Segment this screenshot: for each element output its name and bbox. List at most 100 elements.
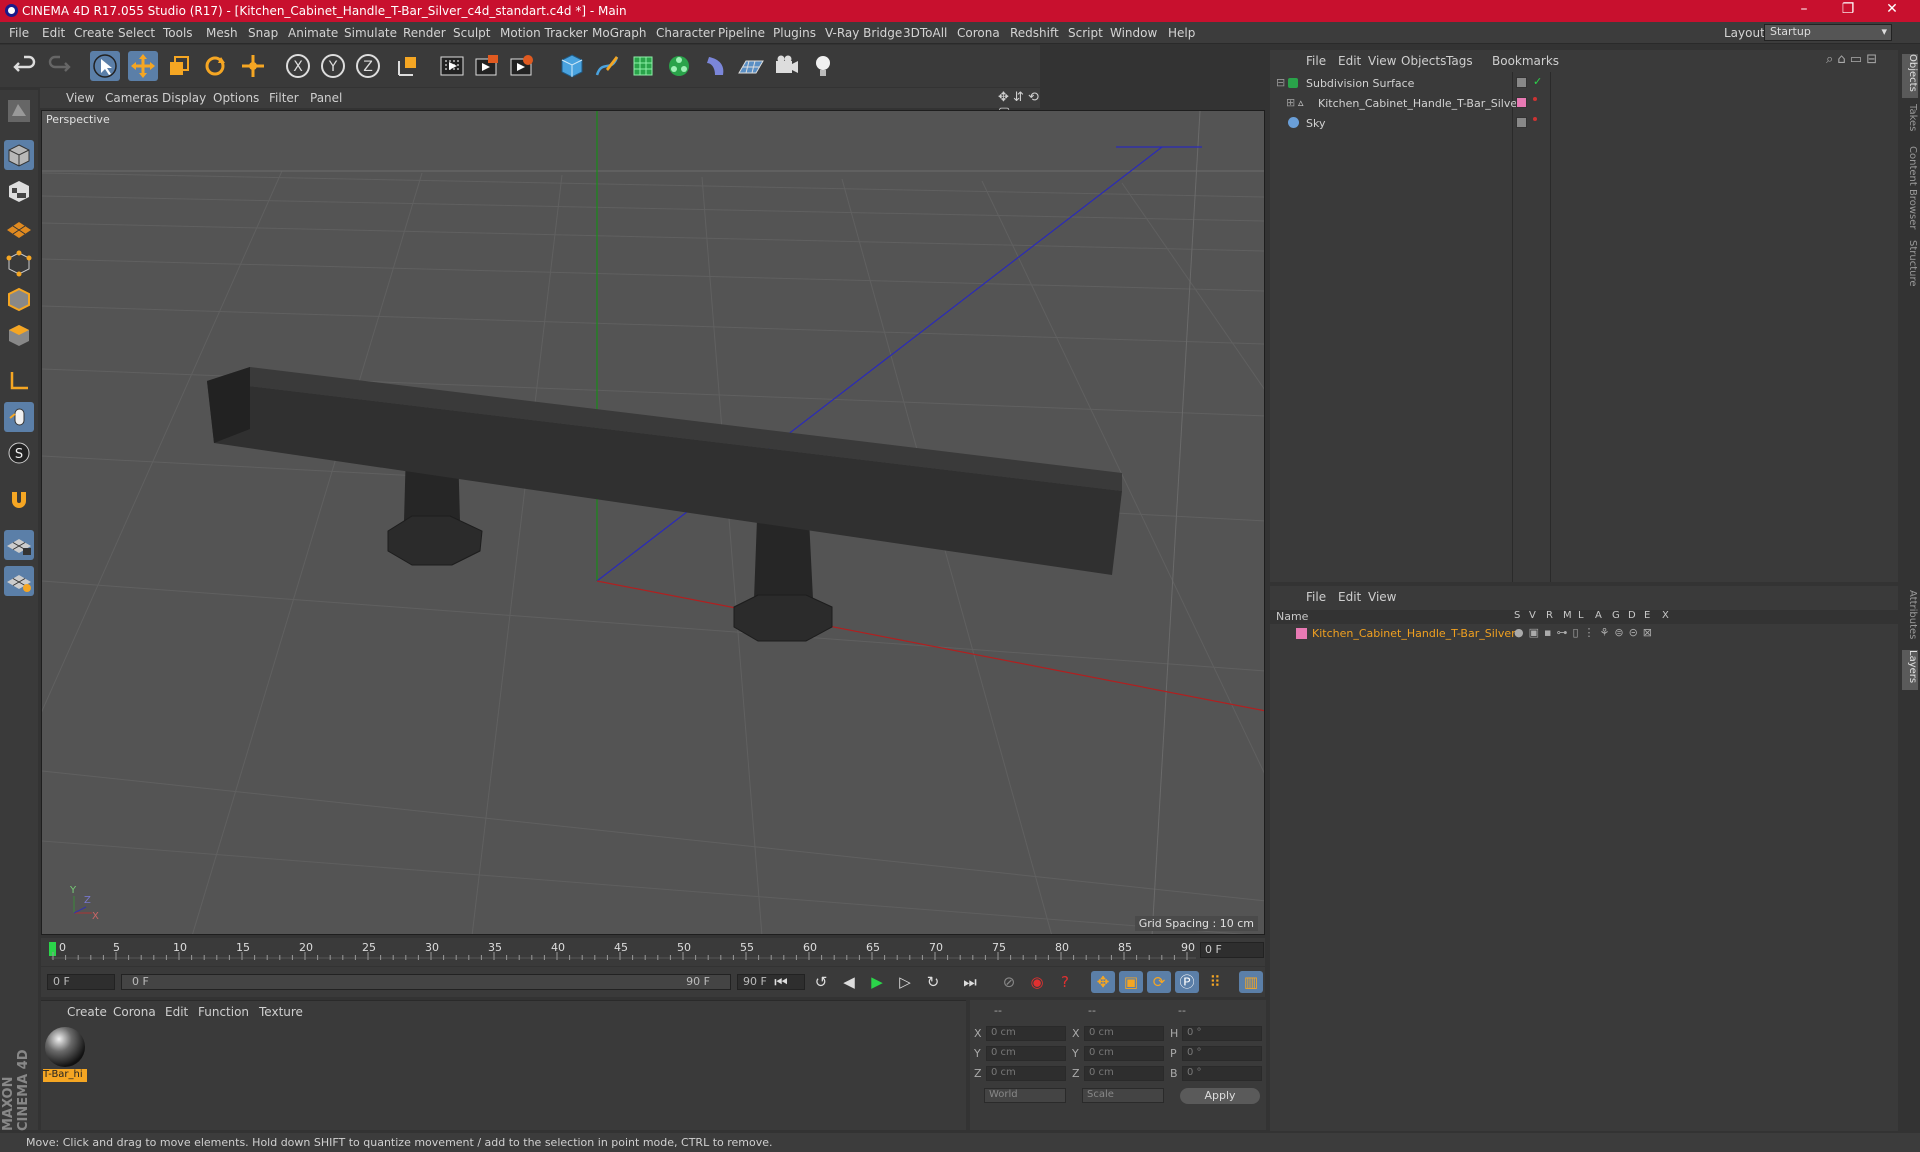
object-menu-tags[interactable]: Tags (1446, 54, 1473, 68)
prev-frame-icon[interactable]: ◀ (837, 971, 861, 993)
menu-edit[interactable]: Edit (42, 26, 65, 40)
menu-motion-tracker[interactable]: Motion Tracker (500, 26, 588, 40)
layer-toggle-icons[interactable]: ●▣▪⊶▯⋮⚘⊜⊝⊠ (1514, 626, 1657, 639)
tab-attributes[interactable]: Attributes (1902, 590, 1918, 646)
start-frame-field[interactable]: 0 F (47, 974, 115, 990)
tab-structure[interactable]: Structure (1902, 240, 1918, 292)
axis-mode-icon[interactable] (4, 366, 34, 396)
goto-end-icon[interactable]: ⏭ (958, 971, 982, 993)
layer-tag-icon[interactable] (1516, 77, 1527, 88)
current-frame-field[interactable]: 0 F (1200, 942, 1264, 958)
timeline-window-icon[interactable]: ▥ (1239, 971, 1263, 993)
layer-color-icon[interactable] (1516, 97, 1527, 108)
viewport-menu-cameras[interactable]: Cameras (105, 91, 158, 105)
layer-menu-file[interactable]: File (1306, 590, 1326, 604)
layer-tag-icon[interactable] (1516, 117, 1527, 128)
viewport-menu-view[interactable]: View (66, 91, 94, 105)
rotation-p-field[interactable]: 0 ° (1182, 1046, 1262, 1061)
restore-button[interactable]: ❐ (1828, 1, 1868, 17)
undo-icon[interactable] (10, 51, 40, 81)
layer-col-g[interactable]: G (1612, 610, 1620, 621)
redo-icon[interactable] (44, 51, 74, 81)
layer-row[interactable]: Kitchen_Cabinet_Handle_T-Bar_Silver ●▣▪⊶… (1270, 626, 1898, 642)
layer-col-d[interactable]: D (1628, 610, 1636, 621)
material-swatch[interactable]: T-Bar_hi (43, 1025, 87, 1082)
layer-col-m[interactable]: M (1563, 610, 1572, 621)
cube-primitive-icon[interactable] (557, 51, 587, 81)
menu-3dtoall[interactable]: 3DToAll (903, 26, 947, 40)
rotate-tool-icon[interactable] (200, 51, 230, 81)
minimize-button[interactable]: – (1784, 1, 1824, 17)
edges-mode-icon[interactable] (4, 284, 34, 314)
play-icon[interactable]: ▶ (865, 971, 889, 993)
z-axis-lock-icon[interactable]: Z (353, 51, 383, 81)
transform-tool-icon[interactable] (238, 51, 268, 81)
layer-col-e[interactable]: E (1644, 610, 1650, 621)
size-x-field[interactable]: 0 cm (1084, 1026, 1164, 1041)
menu-corona[interactable]: Corona (957, 26, 1000, 40)
menu-animate[interactable]: Animate (288, 26, 338, 40)
material-menu-create[interactable]: Create (67, 1005, 107, 1019)
checkmark-icon[interactable]: ✓ (1533, 75, 1542, 88)
timeline-ruler[interactable]: 0 5 10 15 20 25 30 35 40 45 50 55 60 65 … (41, 938, 1265, 966)
cloner-icon[interactable] (664, 51, 694, 81)
coordinate-system-icon[interactable] (393, 51, 423, 81)
close-button[interactable]: ✕ (1872, 1, 1912, 17)
layer-menu-edit[interactable]: Edit (1338, 590, 1361, 604)
viewport-3d[interactable]: Y XZ Perspective Grid Spacing : 10 cm (41, 110, 1265, 935)
grid-snap-icon[interactable] (4, 566, 34, 596)
menu-simulate[interactable]: Simulate (344, 26, 397, 40)
move-tool-icon[interactable] (128, 51, 158, 81)
layout-dropdown[interactable]: Startup ▾ (1764, 24, 1892, 41)
layer-color-swatch[interactable] (1296, 628, 1307, 639)
size-z-field[interactable]: 0 cm (1084, 1066, 1164, 1081)
light-icon[interactable] (808, 51, 838, 81)
autokey-icon[interactable]: ◉ (1025, 971, 1049, 993)
key-position-icon[interactable]: ✥ (1091, 971, 1115, 993)
grid-lock-icon[interactable] (4, 530, 34, 560)
position-x-field[interactable]: 0 cm (986, 1026, 1066, 1041)
material-menu-texture[interactable]: Texture (259, 1005, 303, 1019)
layer-col-r[interactable]: R (1546, 610, 1553, 621)
position-y-field[interactable]: 0 cm (986, 1046, 1066, 1061)
tab-objects[interactable]: Objects (1902, 54, 1918, 98)
object-row-handle[interactable]: ⊞ ▵ Kitchen_Cabinet_Handle_T-Bar_Silver (1274, 95, 1898, 113)
object-menu-file[interactable]: File (1306, 54, 1326, 68)
render-settings-icon[interactable] (507, 51, 537, 81)
material-menu-corona[interactable]: Corona (113, 1005, 156, 1019)
viewport-menu-display[interactable]: Display (162, 91, 206, 105)
menu-file[interactable]: File (9, 26, 29, 40)
layer-col-v[interactable]: V (1529, 610, 1536, 621)
rotation-h-field[interactable]: 0 ° (1182, 1026, 1262, 1041)
tweak-mode-icon[interactable] (4, 402, 34, 432)
key-parameter-icon[interactable]: Ⓟ (1175, 971, 1199, 993)
render-picture-viewer-icon[interactable] (472, 51, 502, 81)
layer-col-a[interactable]: A (1595, 610, 1602, 621)
subdivision-surface-icon[interactable] (628, 51, 658, 81)
tab-content-browser[interactable]: Content Browser (1902, 146, 1918, 230)
size-y-field[interactable]: 0 cm (1084, 1046, 1164, 1061)
menu-sculpt[interactable]: Sculpt (453, 26, 490, 40)
key-rotation-icon[interactable]: ⟳ (1147, 971, 1171, 993)
points-mode-icon[interactable] (4, 248, 34, 278)
menu-pipeline[interactable]: Pipeline (718, 26, 765, 40)
tab-layers[interactable]: Layers (1902, 650, 1918, 690)
render-view-icon[interactable] (437, 51, 467, 81)
position-z-field[interactable]: 0 cm (986, 1066, 1066, 1081)
menu-select[interactable]: Select (118, 26, 155, 40)
layer-name[interactable]: Kitchen_Cabinet_Handle_T-Bar_Silver (1312, 627, 1516, 640)
coord-system-dropdown[interactable]: World (984, 1088, 1066, 1103)
x-axis-lock-icon[interactable]: X (283, 51, 313, 81)
snap-magnet-icon[interactable] (4, 484, 34, 514)
object-menu-view[interactable]: View (1368, 54, 1396, 68)
menu-render[interactable]: Render (403, 26, 446, 40)
layer-menu-view[interactable]: View (1368, 590, 1396, 604)
menu-script[interactable]: Script (1068, 26, 1103, 40)
menu-tools[interactable]: Tools (163, 26, 193, 40)
material-menu-edit[interactable]: Edit (165, 1005, 188, 1019)
layer-col-s[interactable]: S (1514, 610, 1520, 621)
tab-takes[interactable]: Takes (1902, 104, 1918, 138)
scale-tool-icon[interactable] (164, 51, 194, 81)
rotation-b-field[interactable]: 0 ° (1182, 1066, 1262, 1081)
viewport-menu-panel[interactable]: Panel (310, 91, 342, 105)
